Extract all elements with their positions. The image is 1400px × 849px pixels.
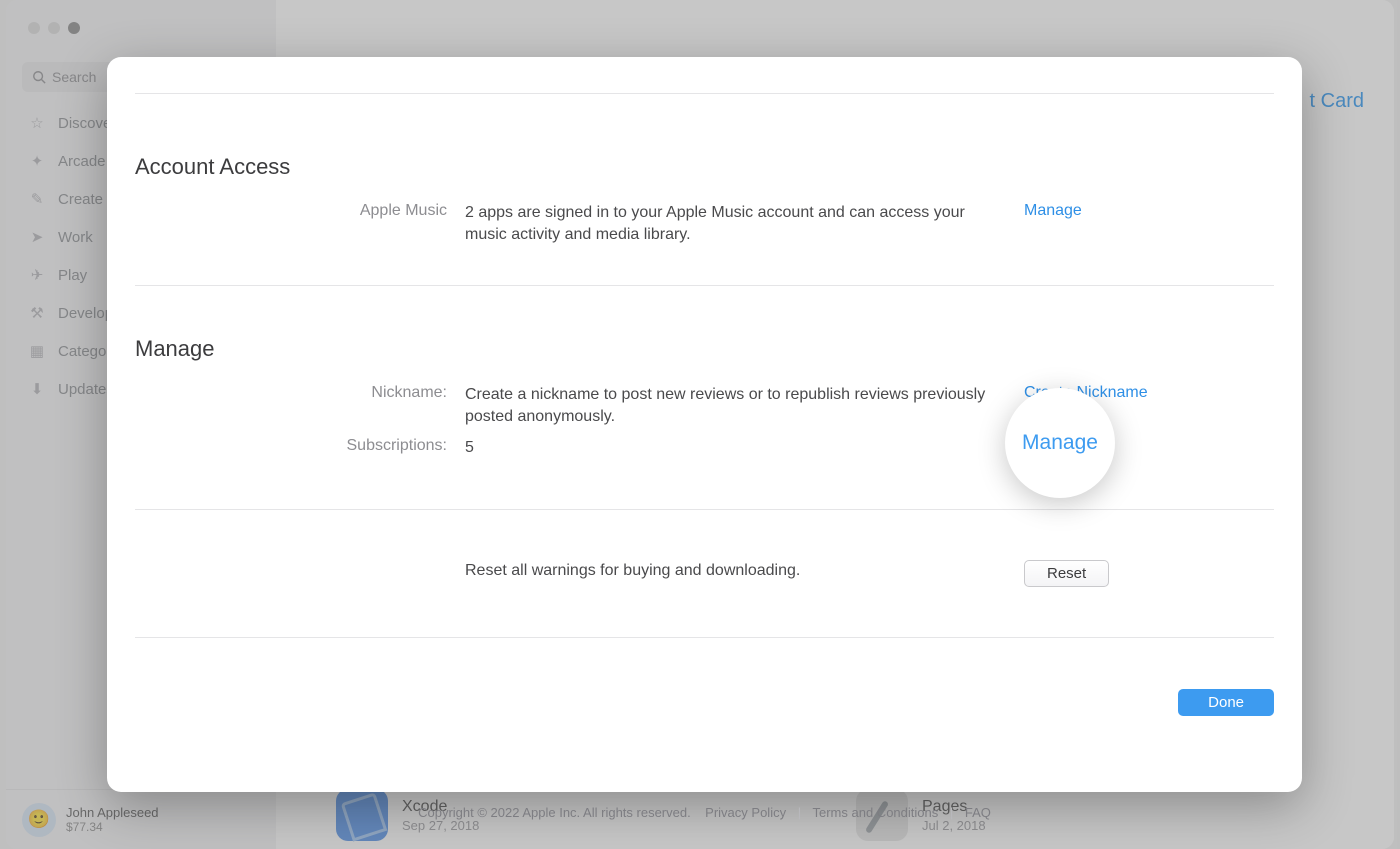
divider bbox=[135, 509, 1274, 510]
manage-subscriptions-link[interactable]: Manage bbox=[1022, 431, 1098, 455]
row-value-nickname: Create a nickname to post new reviews or… bbox=[465, 384, 1024, 427]
done-button[interactable]: Done bbox=[1178, 689, 1274, 716]
row-value-subscriptions: 5 bbox=[465, 437, 1024, 459]
divider bbox=[135, 637, 1274, 638]
divider bbox=[135, 285, 1274, 286]
footer-copyright: Copyright © 2022 Apple Inc. All rights r… bbox=[418, 805, 691, 820]
row-value-reset-warnings: Reset all warnings for buying and downlo… bbox=[465, 560, 1024, 587]
account-settings-modal: Account Access Apple Music 2 apps are si… bbox=[107, 57, 1302, 792]
privacy-policy-link[interactable]: Privacy Policy bbox=[705, 805, 786, 820]
highlight-lens: Manage bbox=[1005, 388, 1115, 498]
section-title-account-access: Account Access bbox=[135, 154, 1274, 180]
terms-and-conditions-link[interactable]: Terms and Conditions bbox=[813, 805, 939, 820]
reset-button[interactable]: Reset bbox=[1024, 560, 1109, 587]
row-label-nickname: Nickname: bbox=[135, 384, 465, 427]
modal-footer: Copyright © 2022 Apple Inc. All rights r… bbox=[107, 805, 1302, 820]
section-account-access: Account Access Apple Music 2 apps are si… bbox=[135, 154, 1274, 245]
section-manage: Manage Nickname: Create a nickname to po… bbox=[135, 336, 1274, 638]
divider bbox=[135, 93, 1274, 94]
section-title-manage: Manage bbox=[135, 336, 1274, 362]
faq-link[interactable]: FAQ bbox=[965, 805, 991, 820]
manage-apple-music-link[interactable]: Manage bbox=[1024, 202, 1082, 219]
row-value-apple-music: 2 apps are signed in to your Apple Music… bbox=[465, 202, 1024, 245]
row-label-apple-music: Apple Music bbox=[135, 202, 465, 245]
row-label-subscriptions: Subscriptions: bbox=[135, 437, 465, 459]
